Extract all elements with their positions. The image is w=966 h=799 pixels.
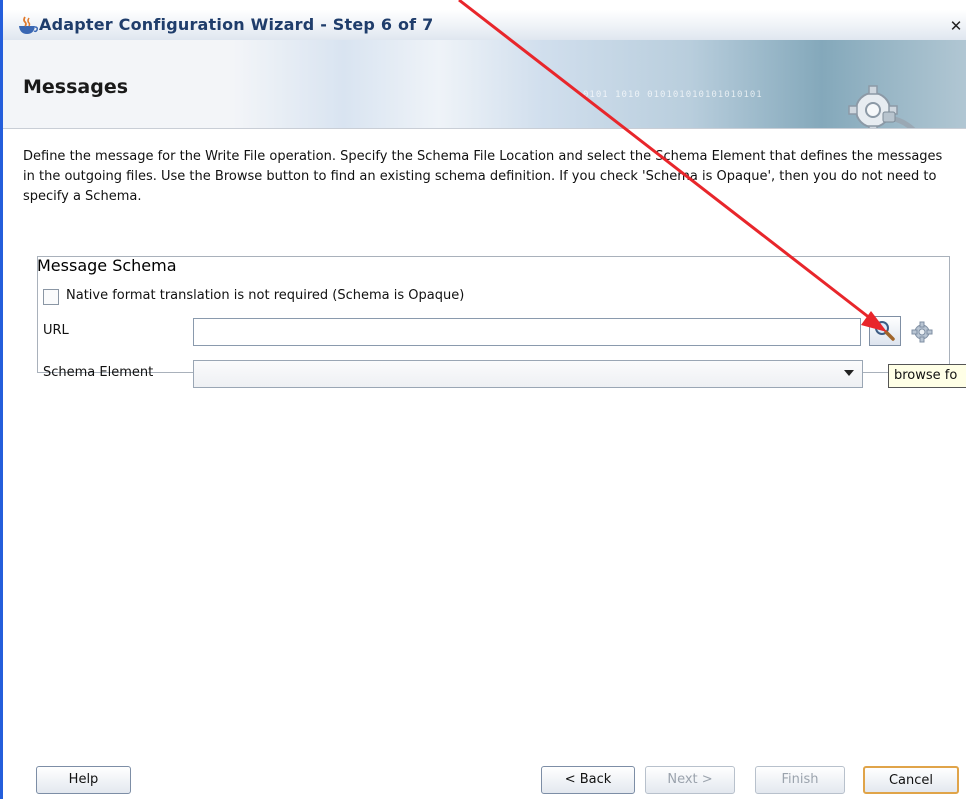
- java-cup-icon: [19, 16, 38, 34]
- window-title: Adapter Configuration Wizard - Step 6 of…: [39, 15, 434, 34]
- url-label: URL: [43, 323, 69, 338]
- message-schema-legend: Message Schema: [37, 256, 177, 275]
- schema-opaque-checkbox[interactable]: [43, 289, 59, 305]
- browse-button[interactable]: [869, 316, 901, 346]
- cancel-button[interactable]: Cancel: [863, 766, 959, 794]
- help-button[interactable]: Help: [36, 766, 131, 794]
- page-title: Messages: [23, 76, 129, 98]
- title-bar[interactable]: Adapter Configuration Wizard - Step 6 of…: [3, 10, 966, 40]
- schema-element-select[interactable]: [193, 360, 863, 388]
- url-input[interactable]: [193, 318, 861, 346]
- gear-plug-icon: [848, 85, 916, 128]
- chevron-down-icon: [844, 370, 854, 376]
- search-icon: [875, 321, 895, 341]
- finish-button[interactable]: Finish: [755, 766, 845, 794]
- instructions-text: Define the message for the Write File op…: [23, 149, 943, 204]
- back-button[interactable]: < Back: [541, 766, 635, 794]
- wizard-header: 0101 1010 010101010101010101 Messages: [3, 40, 966, 129]
- next-button[interactable]: Next >: [645, 766, 735, 794]
- schema-opaque-label[interactable]: Native format translation is not require…: [66, 288, 464, 303]
- wizard-window: Adapter Configuration Wizard - Step 6 of…: [0, 0, 966, 799]
- schema-element-label: Schema Element: [43, 365, 154, 380]
- browse-tooltip: browse fo: [888, 364, 966, 388]
- header-binary-decoration: 0101 1010 010101010101010101: [583, 90, 763, 100]
- gear-icon[interactable]: [910, 320, 934, 344]
- close-icon[interactable]: ✕: [947, 17, 965, 35]
